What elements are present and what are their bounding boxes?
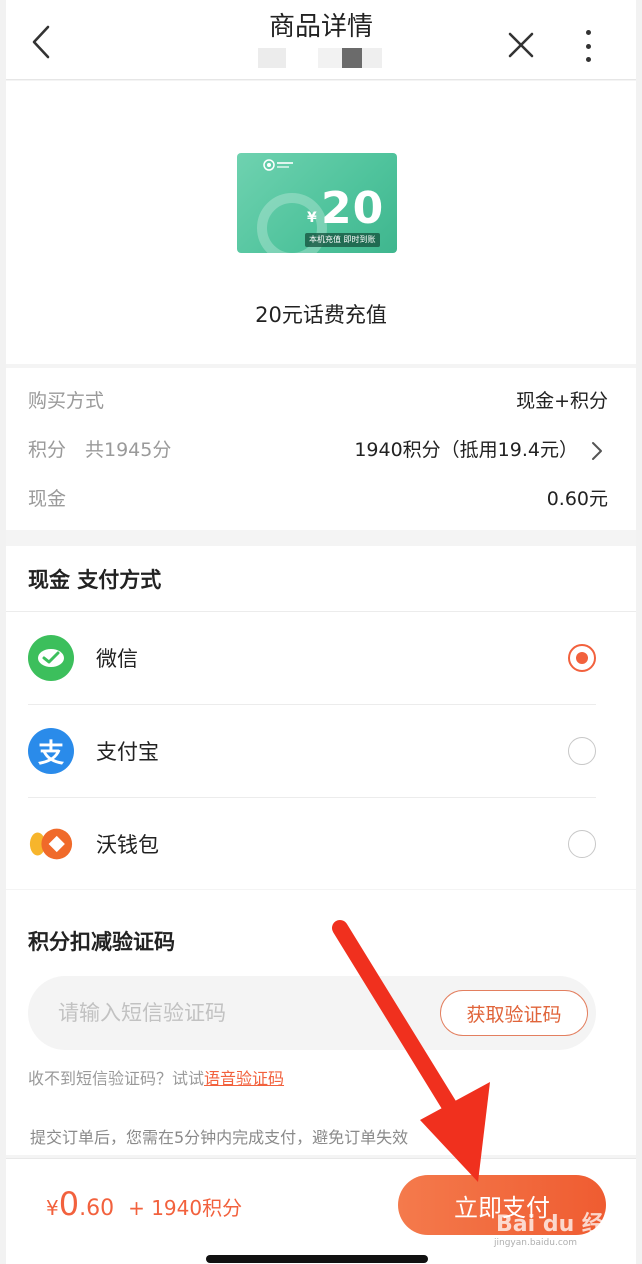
radio-unselected[interactable] bbox=[568, 830, 596, 858]
home-indicator bbox=[206, 1255, 428, 1263]
wechat-bubble-icon bbox=[38, 649, 64, 667]
alipay-glyph: 支 bbox=[37, 738, 64, 769]
top-nav-bar: 商品详情 bbox=[6, 0, 636, 80]
payment-option-label: 微信 bbox=[96, 647, 138, 671]
chevron-right-icon[interactable] bbox=[590, 440, 604, 462]
more-options-button[interactable] bbox=[576, 28, 600, 64]
payment-option-wechat[interactable]: 微信 bbox=[28, 612, 596, 704]
product-section: ¥ 20 本机充值 即时到账 20元话费充值 bbox=[6, 81, 636, 364]
card-amount: 20 bbox=[321, 183, 385, 234]
purchase-method-row: 购买方式 现金+积分 bbox=[28, 384, 608, 414]
product-name: 20元话费充值 bbox=[255, 303, 387, 327]
watermark-sub: jingyan.baidu.com bbox=[494, 1238, 578, 1248]
points-label: 积分 共1945分 bbox=[28, 438, 172, 461]
price-integer: 0 bbox=[58, 1185, 80, 1223]
more-dot-icon bbox=[585, 43, 591, 49]
blurred-subtitle-4 bbox=[362, 48, 382, 68]
close-icon bbox=[508, 32, 534, 58]
close-button[interactable] bbox=[506, 30, 536, 60]
payment-option-alipay[interactable]: 支 支付宝 bbox=[28, 705, 596, 797]
wo-wallet-logo-icon bbox=[29, 828, 73, 860]
more-dot-icon bbox=[585, 30, 591, 35]
cash-value: 0.60元 bbox=[546, 487, 608, 510]
no-code-text: 收不到短信验证码？试试 bbox=[28, 1069, 205, 1088]
product-card-image: ¥ 20 本机充值 即时到账 bbox=[237, 153, 397, 253]
total-price: ¥ 0 .60 + 1940积分 bbox=[46, 1185, 242, 1223]
verification-section: 积分扣减验证码 获取验证码 收不到短信验证码？试试语音验证码 提交订单后，您需在… bbox=[6, 890, 636, 1155]
more-dot-icon bbox=[585, 57, 591, 62]
wechat-icon bbox=[28, 635, 74, 681]
payment-option-label: 支付宝 bbox=[96, 740, 159, 764]
china-unicom-logo-icon bbox=[263, 159, 293, 171]
price-currency: ¥ bbox=[46, 1196, 59, 1220]
radio-unselected[interactable] bbox=[568, 737, 596, 765]
price-points: + 1940积分 bbox=[128, 1196, 243, 1220]
blurred-subtitle bbox=[258, 48, 286, 68]
order-notice: 提交订单后，您需在5分钟内完成支付，避免订单失效 bbox=[30, 1128, 409, 1147]
payment-option-label: 沃钱包 bbox=[96, 833, 159, 857]
page: 商品详情 ¥ 20 本机充值 即时到账 20元话费充值 购买方式 现金+积分 积… bbox=[6, 0, 636, 1264]
card-currency: ¥ bbox=[307, 210, 317, 226]
payment-method-section: 现金 支付方式 微信 支 支付宝 沃钱包 bbox=[6, 546, 636, 889]
sms-code-input[interactable] bbox=[58, 976, 418, 1050]
price-decimal: .60 bbox=[79, 1196, 115, 1221]
purchase-method-label: 购买方式 bbox=[28, 389, 105, 412]
cash-label: 现金 bbox=[28, 487, 67, 510]
radio-selected[interactable] bbox=[568, 644, 596, 672]
watermark: Bai du 经验 bbox=[496, 1212, 626, 1237]
alipay-icon: 支 bbox=[28, 728, 74, 774]
points-row[interactable]: 积分 共1945分 1940积分（抵用19.4元） bbox=[28, 433, 578, 463]
get-code-button[interactable]: 获取验证码 bbox=[440, 990, 588, 1036]
sms-code-box: 获取验证码 bbox=[28, 976, 596, 1050]
purchase-info-section: 购买方式 现金+积分 积分 共1945分 1940积分（抵用19.4元） 现金 … bbox=[6, 368, 636, 530]
blurred-subtitle-3 bbox=[342, 48, 362, 68]
cash-row: 现金 0.60元 bbox=[28, 482, 608, 512]
payment-method-title: 现金 支付方式 bbox=[28, 568, 162, 592]
purchase-method-value: 现金+积分 bbox=[516, 389, 608, 412]
card-tag: 本机充值 即时到账 bbox=[305, 233, 380, 247]
payment-option-wo-wallet[interactable]: 沃钱包 bbox=[28, 798, 596, 890]
verification-title: 积分扣减验证码 bbox=[28, 930, 175, 954]
no-code-hint: 收不到短信验证码？试试语音验证码 bbox=[28, 1065, 284, 1089]
voice-code-link[interactable]: 语音验证码 bbox=[204, 1069, 284, 1088]
points-value: 1940积分（抵用19.4元） bbox=[354, 438, 578, 461]
blurred-subtitle-2 bbox=[318, 48, 342, 68]
wo-wallet-icon bbox=[28, 821, 74, 867]
page-title: 商品详情 bbox=[268, 12, 373, 42]
